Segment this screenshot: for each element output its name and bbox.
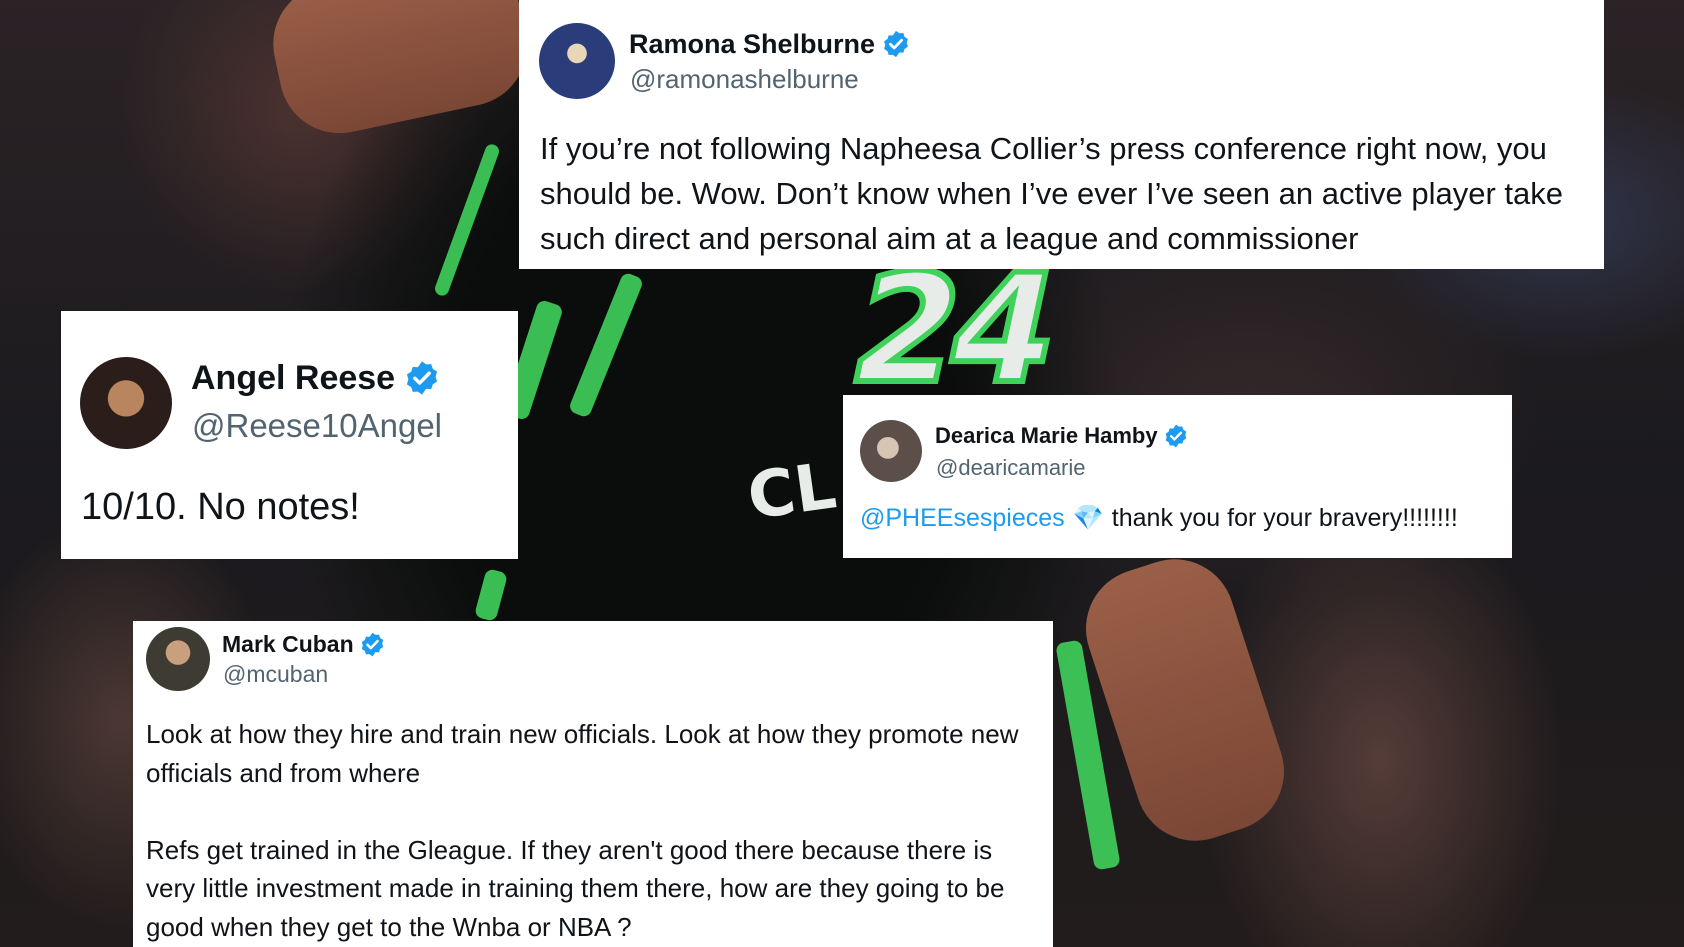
author-row: Ramona Shelburne — [629, 26, 911, 62]
author-name[interactable]: Ramona Shelburne — [629, 29, 875, 60]
tweet-card-ramona[interactable]: Ramona Shelburne @ramonashelburne If you… — [519, 0, 1604, 269]
author-row: Angel Reese — [191, 357, 441, 399]
jersey-number: 24 — [834, 240, 1070, 420]
author-handle[interactable]: @dearicamarie — [936, 455, 1086, 481]
author-handle[interactable]: @ramonashelburne — [630, 64, 859, 95]
verified-badge-icon — [1165, 424, 1186, 448]
tweet-text: If you’re not following Napheesa Collier… — [540, 131, 1563, 256]
avatar[interactable] — [146, 627, 210, 691]
tweet-text: 10/10. No notes! — [81, 486, 360, 528]
verified-badge-icon — [884, 30, 908, 58]
author-name[interactable]: Angel Reese — [191, 359, 395, 398]
tweet-card-dearica[interactable]: Dearica Marie Hamby @dearicamarie @PHEEs… — [843, 395, 1512, 558]
author-handle[interactable]: @Reese10Angel — [192, 407, 442, 445]
tweet-card-angel[interactable]: Angel Reese @Reese10Angel 10/10. No note… — [61, 311, 518, 559]
gem-emoji-icon: 💎 — [1072, 504, 1104, 532]
author-row: Dearica Marie Hamby — [935, 422, 1189, 450]
tweet-text-row: @PHEEsespieces 💎 thank you for your brav… — [860, 504, 1458, 533]
author-handle[interactable]: @mcuban — [223, 661, 328, 688]
author-name[interactable]: Dearica Marie Hamby — [935, 423, 1158, 449]
author-row: Mark Cuban — [222, 629, 386, 659]
jersey-letters: CL — [743, 449, 841, 535]
author-name[interactable]: Mark Cuban — [222, 631, 354, 658]
avatar[interactable] — [539, 23, 615, 99]
verified-badge-icon — [407, 361, 438, 395]
avatar[interactable] — [80, 357, 172, 449]
tweet-card-mark[interactable]: Mark Cuban @mcuban Look at how they hire… — [133, 621, 1053, 947]
mention-link[interactable]: @PHEEsespieces — [860, 504, 1065, 533]
tweet-text: Look at how they hire and train new offi… — [146, 719, 1019, 942]
avatar[interactable] — [860, 420, 922, 482]
tweet-text: thank you for your bravery!!!!!!!! — [1111, 504, 1458, 532]
verified-badge-icon — [361, 632, 383, 656]
